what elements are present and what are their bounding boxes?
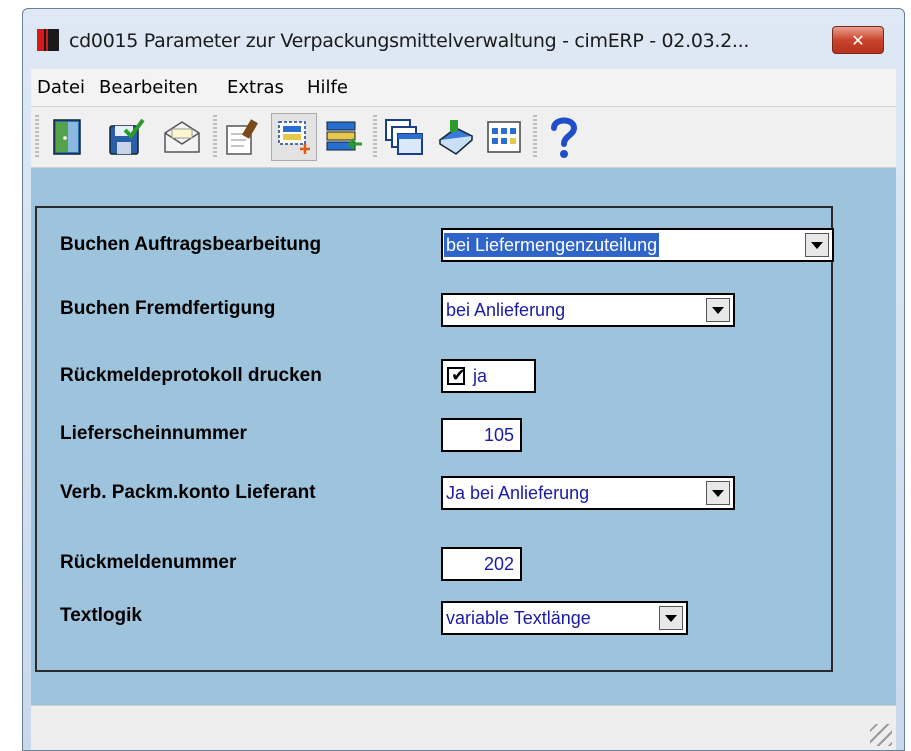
label-textlogik: Textlogik bbox=[60, 605, 142, 626]
close-button[interactable]: ✕ bbox=[832, 26, 884, 54]
save-icon[interactable] bbox=[103, 113, 149, 161]
help-question-icon[interactable] bbox=[541, 113, 587, 161]
chevron-down-icon[interactable] bbox=[706, 481, 730, 505]
input-value: 105 bbox=[483, 425, 514, 445]
select-value: bei Liefermengenzuteilung bbox=[444, 233, 660, 257]
toolbar-grip[interactable] bbox=[213, 115, 217, 159]
select-value: variable Textlänge bbox=[446, 608, 591, 628]
status-bar bbox=[31, 705, 896, 750]
chevron-down-icon[interactable] bbox=[805, 233, 829, 257]
toolbar-grip[interactable] bbox=[35, 115, 39, 159]
label-rueckmeldeprotokoll-drucken: Rückmeldeprotokoll drucken bbox=[60, 365, 322, 386]
exit-door-icon[interactable] bbox=[45, 113, 91, 161]
calendar-grid-icon[interactable] bbox=[481, 113, 527, 161]
menu-extras[interactable]: Extras bbox=[227, 77, 284, 98]
toolbar-grip[interactable] bbox=[533, 115, 537, 159]
menu-bearbeiten[interactable]: Bearbeiten bbox=[99, 77, 198, 98]
buchen-fremdfertigung-select[interactable]: bei Anlieferung bbox=[441, 293, 735, 327]
app-logo-icon bbox=[37, 29, 59, 51]
menu-hilfe[interactable]: Hilfe bbox=[307, 77, 348, 98]
edit-document-icon[interactable] bbox=[221, 113, 267, 161]
check-icon: ✔ bbox=[451, 365, 467, 386]
resize-grip[interactable] bbox=[870, 724, 892, 746]
transfer-list-icon[interactable] bbox=[321, 113, 367, 161]
rueckmeldeprotokoll-checkbox[interactable]: ✔ bbox=[447, 365, 467, 386]
toolbar-grip[interactable] bbox=[373, 115, 377, 159]
buchen-auftragsbearbeitung-select[interactable]: bei Liefermengenzuteilung bbox=[441, 228, 834, 262]
title-bar[interactable]: cd0015 Parameter zur Verpackungsmittelve… bbox=[23, 9, 904, 69]
input-value: 202 bbox=[483, 554, 514, 574]
select-value: Ja bei Anlieferung bbox=[446, 483, 590, 503]
menu-bar: Datei Bearbeiten Extras Hilfe bbox=[31, 69, 896, 107]
verb-packm-konto-lieferant-select[interactable]: Ja bei Anlieferung bbox=[441, 476, 735, 510]
rueckmeldeprotokoll-checkbox-field[interactable]: ✔ ja bbox=[441, 359, 536, 393]
window-title: cd0015 Parameter zur Verpackungsmittelve… bbox=[69, 30, 750, 52]
windows-icon[interactable] bbox=[381, 113, 427, 161]
label-verb-packm-konto-lieferant: Verb. Packm.konto Lieferant bbox=[60, 482, 316, 503]
lieferscheinnummer-input[interactable]: 105 bbox=[441, 418, 522, 452]
chevron-down-icon[interactable] bbox=[659, 606, 683, 630]
label-buchen-fremdfertigung: Buchen Fremdfertigung bbox=[60, 298, 276, 319]
checkbox-label: ja bbox=[473, 366, 488, 386]
textlogik-select[interactable]: variable Textlänge bbox=[441, 601, 688, 635]
label-lieferscheinnummer: Lieferscheinnummer bbox=[60, 423, 247, 444]
chevron-down-icon[interactable] bbox=[706, 298, 730, 322]
rueckmeldenummer-input[interactable]: 202 bbox=[441, 547, 522, 581]
mail-envelope-icon[interactable] bbox=[159, 113, 205, 161]
toolbar bbox=[31, 107, 896, 168]
menu-datei[interactable]: Datei bbox=[37, 77, 85, 98]
new-record-icon[interactable] bbox=[271, 113, 317, 161]
label-buchen-auftragsbearbeitung: Buchen Auftragsbearbeitung bbox=[60, 234, 322, 255]
book-icon[interactable] bbox=[433, 113, 479, 161]
label-rueckmeldenummer: Rückmeldenummer bbox=[60, 552, 237, 573]
select-value: bei Anlieferung bbox=[446, 300, 566, 320]
